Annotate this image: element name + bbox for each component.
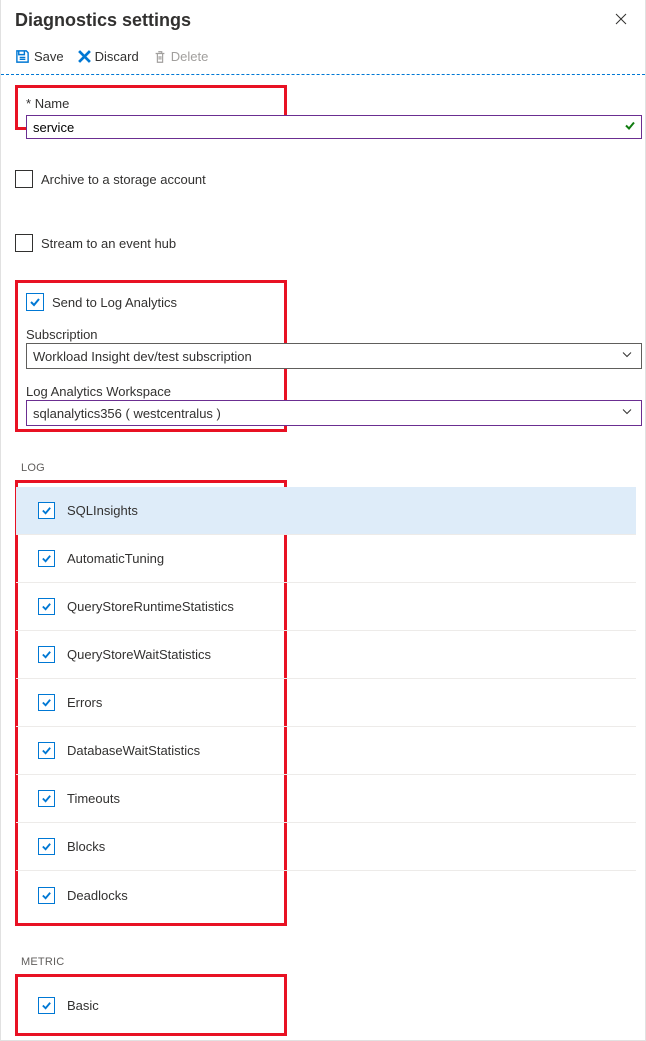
metric-item-checkbox[interactable] [38, 997, 55, 1014]
subscription-value: Workload Insight dev/test subscription [33, 349, 252, 364]
log-item-row: QueryStoreWaitStatistics [16, 631, 636, 679]
highlight-log-box: SQLInsights AutomaticTuning QueryStoreRunt… [15, 480, 287, 926]
log-item-checkbox[interactable] [38, 502, 55, 519]
subscription-label: Subscription [26, 327, 276, 342]
log-item-label: QueryStoreRuntimeStatistics [67, 599, 234, 614]
log-analytics-checkbox[interactable] [26, 293, 44, 311]
log-item-row: Timeouts [16, 775, 636, 823]
log-item-checkbox[interactable] [38, 550, 55, 567]
delete-button[interactable]: Delete [153, 49, 209, 64]
archive-label: Archive to a storage account [41, 172, 206, 187]
log-item-checkbox[interactable] [38, 694, 55, 711]
archive-checkbox[interactable] [15, 170, 33, 188]
log-item-row: SQLInsights [16, 487, 636, 535]
log-analytics-row: Send to Log Analytics [26, 293, 276, 311]
stream-row: Stream to an event hub [15, 234, 631, 252]
log-item-checkbox[interactable] [38, 646, 55, 663]
log-item-row: Errors [16, 679, 636, 727]
metric-section-heading: METRIC [21, 956, 631, 968]
save-button[interactable]: Save [15, 49, 64, 64]
close-button[interactable] [611, 12, 631, 29]
log-item-label: AutomaticTuning [67, 551, 164, 566]
delete-icon [153, 50, 167, 64]
stream-checkbox[interactable] [15, 234, 33, 252]
log-item-row: DatabaseWaitStatistics [16, 727, 636, 775]
log-section-heading: LOG [21, 462, 631, 474]
workspace-label: Log Analytics Workspace [26, 384, 276, 399]
log-item-row: Deadlocks [16, 871, 636, 919]
log-item-label: QueryStoreWaitStatistics [67, 647, 211, 662]
stream-label: Stream to an event hub [41, 236, 176, 251]
discard-button[interactable]: Discard [78, 49, 139, 64]
log-item-label: SQLInsights [67, 503, 138, 518]
blade-header: Diagnostics settings [1, 0, 645, 43]
log-item-checkbox[interactable] [38, 838, 55, 855]
chevron-down-icon [621, 349, 633, 364]
log-item-label: DatabaseWaitStatistics [67, 743, 200, 758]
log-item-label: Timeouts [67, 791, 120, 806]
log-item-checkbox[interactable] [38, 790, 55, 807]
log-item-label: Deadlocks [67, 888, 128, 903]
metric-item-row: Basic [16, 981, 636, 1029]
log-item-row: Blocks [16, 823, 636, 871]
subscription-select[interactable]: Workload Insight dev/test subscription [26, 343, 642, 369]
highlight-metric-box: Basic [15, 974, 287, 1036]
log-item-checkbox[interactable] [38, 598, 55, 615]
discard-label: Discard [95, 49, 139, 64]
log-item-checkbox[interactable] [38, 742, 55, 759]
delete-label: Delete [171, 49, 209, 64]
log-item-row: AutomaticTuning [16, 535, 636, 583]
workspace-select[interactable]: sqlanalytics356 ( westcentralus ) [26, 400, 642, 426]
required-asterisk: * [26, 96, 31, 111]
save-icon [15, 49, 30, 64]
name-label: * Name [26, 96, 276, 111]
save-label: Save [34, 49, 64, 64]
archive-row: Archive to a storage account [15, 170, 631, 188]
discard-icon [78, 50, 91, 63]
log-analytics-label: Send to Log Analytics [52, 295, 177, 310]
workspace-value: sqlanalytics356 ( westcentralus ) [33, 406, 221, 421]
page-title: Diagnostics settings [15, 10, 191, 31]
chevron-down-icon [621, 406, 633, 421]
log-item-checkbox[interactable] [38, 887, 55, 904]
name-input[interactable] [26, 115, 642, 139]
valid-check-icon [624, 120, 636, 135]
toolbar: Save Discard Delete [1, 43, 645, 75]
log-item-row: QueryStoreRuntimeStatistics [16, 583, 636, 631]
log-item-label: Blocks [67, 839, 105, 854]
metric-item-label: Basic [67, 998, 99, 1013]
log-item-label: Errors [67, 695, 102, 710]
